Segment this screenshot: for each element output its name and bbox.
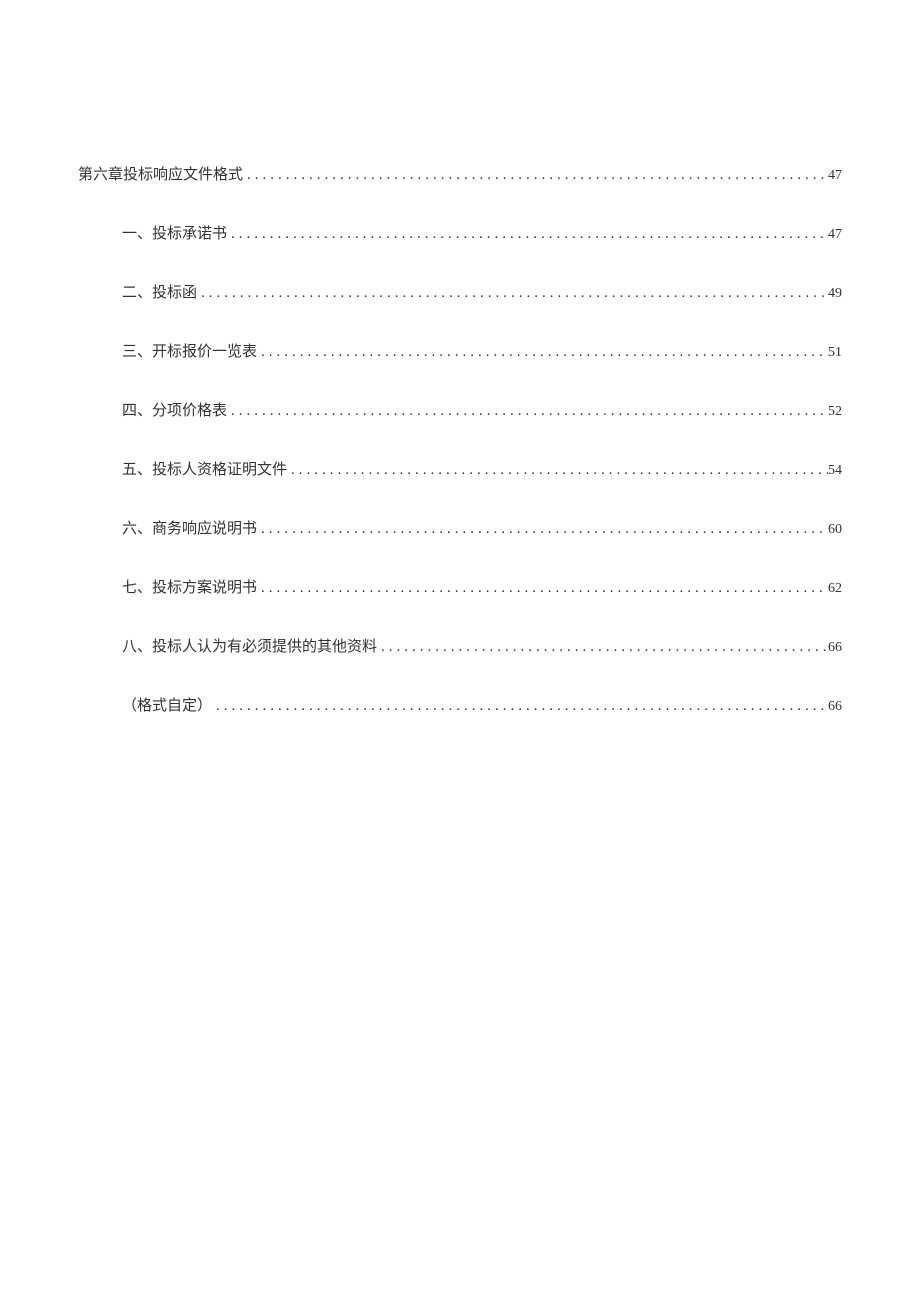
toc-leader-dots <box>257 344 828 361</box>
toc-label: 二、投标函 <box>122 281 197 302</box>
toc-leader-dots <box>287 462 828 479</box>
toc-leader-dots <box>377 639 828 656</box>
toc-page-number: 60 <box>828 522 842 538</box>
toc-entry: 第六章投标响应文件格式 47 <box>78 163 842 184</box>
toc-entry: 五、投标人资格证明文件 54 <box>78 458 842 479</box>
toc-entry: （格式自定） 66 <box>78 694 842 715</box>
toc-entry: 一、投标承诺书 47 <box>78 222 842 243</box>
toc-entry: 二、投标函 49 <box>78 281 842 302</box>
toc-leader-dots <box>212 698 828 715</box>
toc-page-number: 47 <box>828 168 842 184</box>
toc-label: （格式自定） <box>122 694 212 715</box>
toc-page-number: 51 <box>828 345 842 361</box>
toc-entry: 六、商务响应说明书 60 <box>78 517 842 538</box>
toc-page-number: 66 <box>828 699 842 715</box>
toc-label: 三、开标报价一览表 <box>122 340 257 361</box>
toc-label: 第六章投标响应文件格式 <box>78 163 243 184</box>
toc-entry: 七、投标方案说明书 62 <box>78 576 842 597</box>
toc-leader-dots <box>257 580 828 597</box>
toc-entry: 八、投标人认为有必须提供的其他资料 66 <box>78 635 842 656</box>
toc-leader-dots <box>197 285 828 302</box>
toc-leader-dots <box>227 403 828 420</box>
toc-page-number: 47 <box>828 227 842 243</box>
toc-page-number: 62 <box>828 581 842 597</box>
toc-leader-dots <box>243 167 828 184</box>
toc-leader-dots <box>227 226 828 243</box>
toc-page-number: 52 <box>828 404 842 420</box>
toc-label: 一、投标承诺书 <box>122 222 227 243</box>
toc-page-number: 49 <box>828 286 842 302</box>
toc-label: 七、投标方案说明书 <box>122 576 257 597</box>
toc-page-number: 54 <box>828 463 842 479</box>
toc-label: 六、商务响应说明书 <box>122 517 257 538</box>
toc-label: 四、分项价格表 <box>122 399 227 420</box>
toc-label: 八、投标人认为有必须提供的其他资料 <box>122 635 377 656</box>
table-of-contents: 第六章投标响应文件格式 47 一、投标承诺书 47 二、投标函 49 三、开标报… <box>78 163 842 715</box>
toc-entry: 三、开标报价一览表 51 <box>78 340 842 361</box>
toc-leader-dots <box>257 521 828 538</box>
toc-page-number: 66 <box>828 640 842 656</box>
toc-entry: 四、分项价格表 52 <box>78 399 842 420</box>
toc-label: 五、投标人资格证明文件 <box>122 458 287 479</box>
